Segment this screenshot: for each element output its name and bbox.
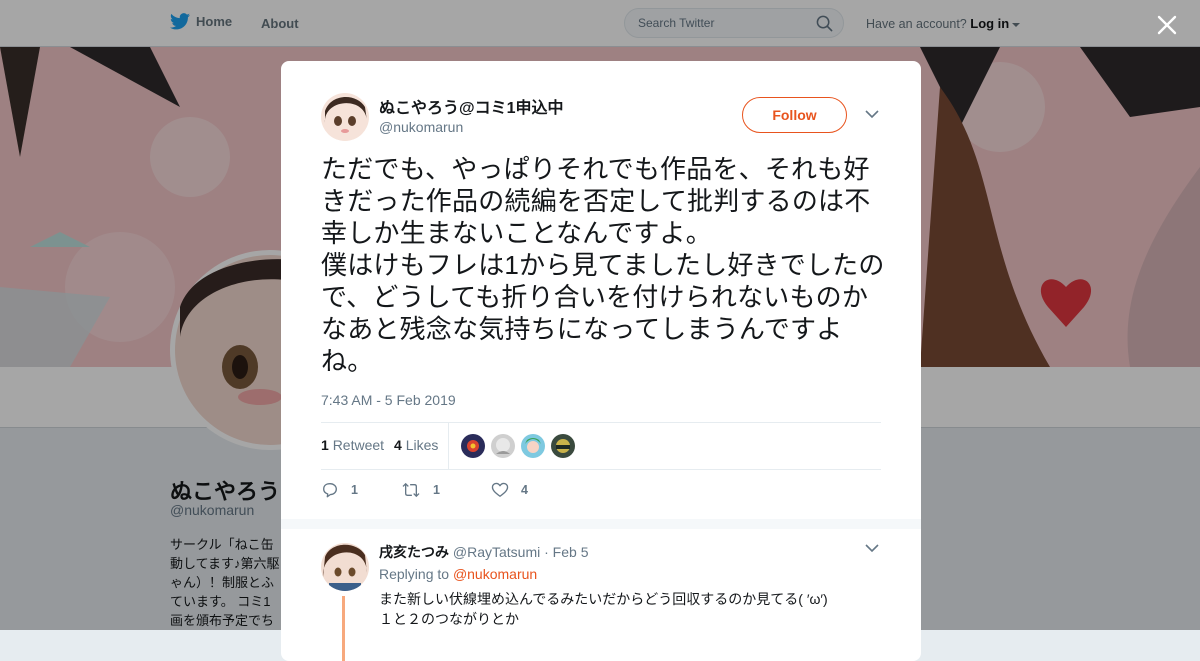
replying-to-link[interactable]: @nukomarun xyxy=(453,566,537,582)
retweet-icon xyxy=(402,482,420,498)
reply-author-avatar[interactable] xyxy=(321,543,369,591)
liker-avatars xyxy=(461,434,575,458)
divider xyxy=(321,422,881,423)
like-stat-label: Likes xyxy=(405,437,439,453)
chevron-down-icon[interactable] xyxy=(865,109,879,119)
retweet-stat-label: Retweet xyxy=(332,437,385,453)
tweet-permalink-modal: ぬこやろう@コミ1申込中 @nukomarun Follow ただでも、やっぱり… xyxy=(281,61,921,661)
tweet-stats: 1 Retweet 4 Likes xyxy=(321,437,438,453)
tweet-author-handle[interactable]: @nukomarun xyxy=(379,119,463,135)
retweet-action-count: 1 xyxy=(433,483,440,497)
retweet-count: 1 xyxy=(321,437,329,453)
liker-avatar[interactable] xyxy=(461,434,485,458)
retweet-button[interactable]: 1 xyxy=(401,482,491,498)
liker-avatar[interactable] xyxy=(551,434,575,458)
like-button[interactable]: 4 xyxy=(491,482,528,498)
reply-count: 1 xyxy=(351,483,358,497)
tweet-actions: 1 1 4 xyxy=(321,481,528,499)
reply-text: また新しい伏線埋め込んでるみたいだからどう回収するのか見てる( ′ω′) １と２… xyxy=(379,591,828,627)
tweet-timestamp[interactable]: 7:43 AM - 5 Feb 2019 xyxy=(321,392,456,408)
reply-icon xyxy=(323,483,337,498)
tweet-author-name[interactable]: ぬこやろう@コミ1申込中 xyxy=(379,94,564,118)
replying-to-prefix: Replying to xyxy=(379,566,450,582)
follow-button[interactable]: Follow xyxy=(742,97,847,133)
close-icon[interactable] xyxy=(1155,13,1179,37)
like-stat[interactable]: 4 Likes xyxy=(394,437,438,453)
divider xyxy=(448,423,449,469)
like-count: 4 xyxy=(394,437,402,453)
heart-icon xyxy=(491,482,509,497)
reply-author-name[interactable]: 戌亥たつみ xyxy=(379,544,449,560)
reply-date[interactable]: · Feb 5 xyxy=(544,544,588,560)
liker-avatar[interactable] xyxy=(521,434,545,458)
thread-line xyxy=(342,596,345,661)
tweet-author-avatar[interactable] xyxy=(321,93,369,141)
liker-avatar[interactable] xyxy=(491,434,515,458)
reply-button[interactable]: 1 xyxy=(321,481,401,499)
reply-header: 戌亥たつみ @RayTatsumi · Feb 5 xyxy=(379,542,588,562)
reply-author-handle[interactable]: @RayTatsumi xyxy=(453,544,540,560)
section-separator xyxy=(281,519,921,529)
retweet-stat[interactable]: 1 Retweet xyxy=(321,437,384,453)
tweet-text: ただでも、やっぱりそれでも作品を、それも好きだった作品の続編を否定して批判するの… xyxy=(321,154,885,376)
divider xyxy=(321,469,881,470)
like-action-count: 4 xyxy=(521,483,528,497)
replying-to: Replying to @nukomarun xyxy=(379,566,537,582)
chevron-down-icon[interactable] xyxy=(865,543,879,553)
